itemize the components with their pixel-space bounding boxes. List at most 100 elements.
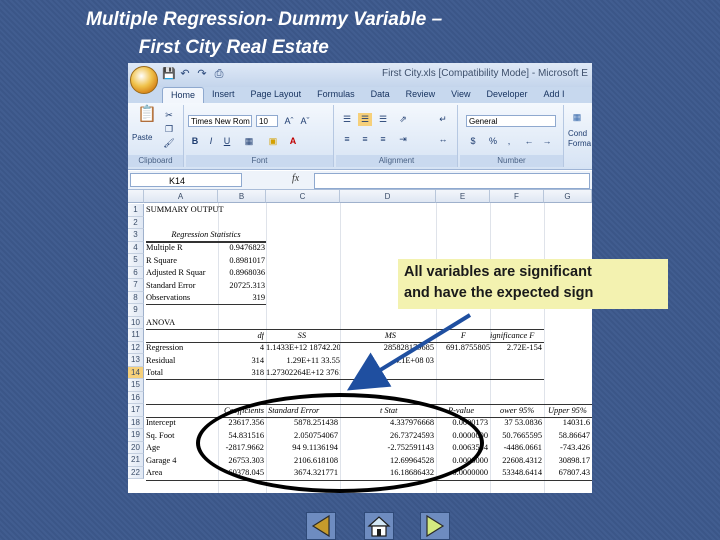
row-header-14[interactable]: 14: [128, 366, 144, 379]
stat-value: 20725.313: [229, 280, 265, 290]
office-button[interactable]: [130, 66, 158, 94]
align-right-icon[interactable]: ≡: [376, 133, 390, 146]
cut-icon[interactable]: ✂: [162, 109, 176, 122]
conditional-format-label-1: Cond: [568, 129, 588, 138]
column-header-e[interactable]: E: [436, 190, 490, 203]
row-header-11[interactable]: 11: [128, 329, 144, 342]
window-title: First City.xls [Compatibility Mode] - Mi…: [382, 68, 588, 79]
coef-header-upper: Upper 95%: [548, 405, 587, 415]
paste-icon[interactable]: 📋: [136, 107, 158, 131]
paste-button[interactable]: Paste: [132, 133, 152, 142]
column-header-g[interactable]: G: [544, 190, 592, 203]
undo-icon[interactable]: ↶: [179, 67, 191, 81]
row-header-3[interactable]: 3: [128, 229, 144, 242]
orientation-icon[interactable]: ⇗: [396, 113, 410, 126]
increase-decimal-icon[interactable]: ←: [522, 135, 536, 148]
row-header-20[interactable]: 20: [128, 441, 144, 454]
merge-icon[interactable]: ↔: [436, 133, 450, 146]
row-header-1[interactable]: 1: [128, 204, 144, 217]
currency-button[interactable]: $: [466, 135, 480, 148]
tab-developer[interactable]: Developer: [478, 87, 535, 103]
number-format-select[interactable]: General: [466, 115, 556, 127]
conditional-format-icon[interactable]: ▦: [570, 111, 584, 124]
styles-group: ▦ Cond Forma: [566, 105, 592, 167]
tab-formulas[interactable]: Formulas: [309, 87, 363, 103]
align-top-icon[interactable]: ☰: [340, 113, 354, 126]
column-header-d[interactable]: D: [340, 190, 436, 203]
row-header-17[interactable]: 17: [128, 404, 144, 417]
row-header-8[interactable]: 8: [128, 291, 144, 304]
redo-icon[interactable]: ↷: [196, 67, 208, 81]
tab-review[interactable]: Review: [398, 87, 444, 103]
name-box[interactable]: K14: [130, 173, 242, 187]
row-header-13[interactable]: 13: [128, 354, 144, 367]
select-all-corner[interactable]: [128, 190, 144, 203]
font-size-select[interactable]: 10: [256, 115, 278, 127]
tab-data[interactable]: Data: [363, 87, 398, 103]
slide-title: Multiple Regression- Dummy Variable – Fi…: [86, 6, 442, 62]
grow-font-icon[interactable]: Aˆ: [282, 115, 296, 128]
row-header-7[interactable]: 7: [128, 279, 144, 292]
bold-button[interactable]: B: [188, 135, 202, 148]
tab-view[interactable]: View: [443, 87, 478, 103]
column-header-f[interactable]: F: [490, 190, 544, 203]
align-left-icon[interactable]: ≡: [340, 133, 354, 146]
stat-value: 0.8981017: [229, 255, 265, 265]
insert-function-button[interactable]: fx: [292, 173, 299, 184]
row-header-19[interactable]: 19: [128, 429, 144, 442]
fill-color-icon[interactable]: ▣: [266, 135, 280, 148]
row-header-6[interactable]: 6: [128, 266, 144, 279]
row-header-12[interactable]: 12: [128, 341, 144, 354]
anova-df: 314: [251, 355, 264, 365]
ribbon: 📋 Paste ✂ ❐ 🖌 Clipboard Times New Rom 10…: [128, 103, 592, 170]
row-header-5[interactable]: 5: [128, 254, 144, 267]
tab-home[interactable]: Home: [162, 87, 205, 104]
home-button[interactable]: [364, 512, 394, 540]
row-header-4[interactable]: 4: [128, 241, 144, 254]
font-color-button[interactable]: A: [286, 135, 300, 148]
row-header-18[interactable]: 18: [128, 416, 144, 429]
percent-button[interactable]: %: [486, 135, 500, 148]
format-painter-icon[interactable]: 🖌: [162, 137, 176, 150]
copy-icon[interactable]: ❐: [162, 123, 176, 136]
summary-output-heading: SUMMARY OUTPUT: [146, 205, 224, 214]
conditional-format-button[interactable]: Cond Forma: [568, 129, 591, 149]
previous-slide-button[interactable]: [306, 512, 336, 540]
coef-header-lower: ower 95%: [500, 405, 535, 415]
italic-button[interactable]: I: [204, 135, 218, 148]
decrease-decimal-icon[interactable]: →: [540, 135, 554, 148]
wrap-text-icon[interactable]: ↵: [436, 113, 450, 126]
next-slide-button[interactable]: [420, 512, 450, 540]
column-header-c[interactable]: C: [266, 190, 340, 203]
font-name-select[interactable]: Times New Rom: [188, 115, 252, 127]
column-header-b[interactable]: B: [218, 190, 266, 203]
print-icon[interactable]: ⎙: [213, 67, 225, 81]
row-header-22[interactable]: 22: [128, 466, 144, 479]
annotation-callout: All variables are significant and have t…: [398, 259, 668, 309]
underline-button[interactable]: U: [220, 135, 234, 148]
row-header-15[interactable]: 15: [128, 379, 144, 392]
tab-add-ins[interactable]: Add I: [536, 87, 573, 103]
save-icon[interactable]: 💾: [162, 67, 176, 81]
row-header-2[interactable]: 2: [128, 216, 144, 229]
table-rule: [146, 379, 544, 380]
align-bottom-icon[interactable]: ☰: [376, 113, 390, 126]
row-header-16[interactable]: 16: [128, 391, 144, 404]
indent-icon[interactable]: ⇥: [396, 133, 410, 146]
tab-insert[interactable]: Insert: [204, 87, 243, 103]
align-middle-icon[interactable]: ☰: [358, 113, 372, 126]
formula-input[interactable]: [314, 173, 590, 189]
row-header-9[interactable]: 9: [128, 304, 144, 317]
callout-line-1: All variables are significant: [404, 264, 592, 280]
borders-icon[interactable]: ▦: [242, 135, 256, 148]
row-header-21[interactable]: 21: [128, 454, 144, 467]
coef-upper: 30898.17: [558, 455, 590, 465]
anova-header-f: F: [460, 330, 466, 340]
column-header-a[interactable]: A: [144, 190, 218, 203]
align-center-icon[interactable]: ≡: [358, 133, 372, 146]
row-header-10[interactable]: 10: [128, 316, 144, 329]
tab-page-layout[interactable]: Page Layout: [243, 87, 310, 103]
regression-statistics-heading: Regression Statistics: [171, 230, 241, 239]
comma-button[interactable]: ,: [502, 135, 516, 148]
shrink-font-icon[interactable]: Aˇ: [298, 115, 312, 128]
